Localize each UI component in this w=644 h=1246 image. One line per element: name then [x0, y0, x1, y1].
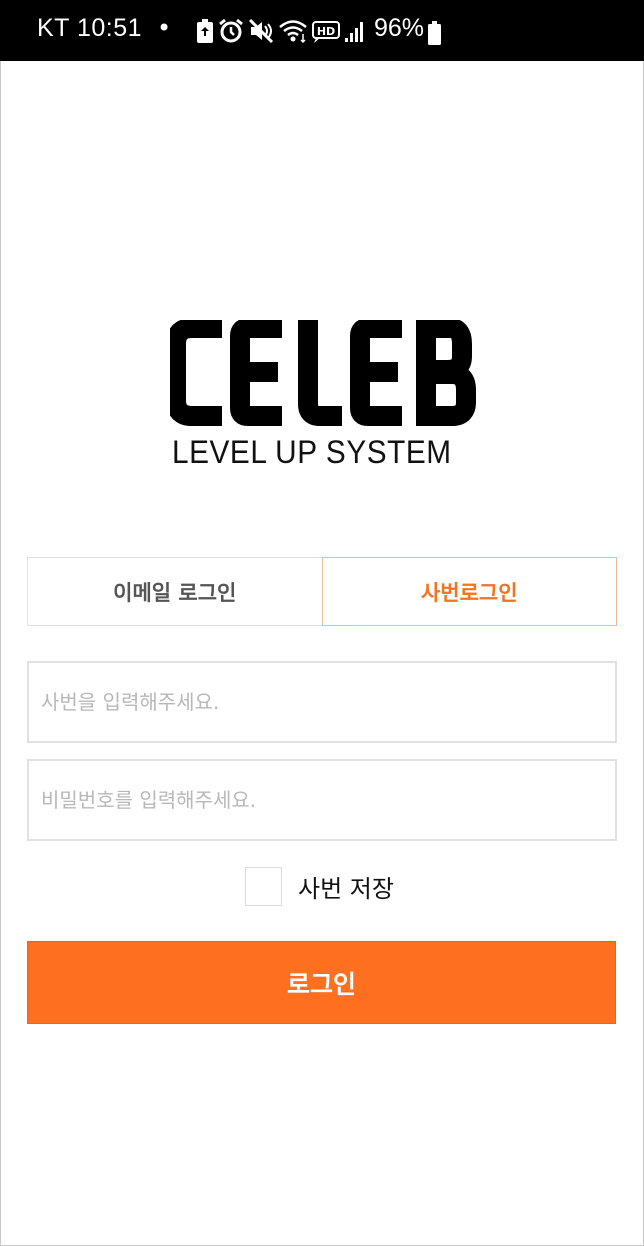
status-bar: KT 10:51 • HD 96% [0, 0, 644, 61]
login-button[interactable]: 로그인 [27, 941, 616, 1024]
login-method-tabs: 이메일 로그인 사번로그인 [27, 557, 617, 626]
remember-employee-id: 사번 저장 [245, 866, 394, 906]
battery-saver-icon [197, 19, 213, 43]
remember-label: 사번 저장 [298, 874, 394, 903]
battery-icon [428, 21, 441, 45]
alarm-icon [219, 18, 243, 43]
svg-text:HD: HD [317, 25, 335, 38]
battery-percent: 96% [374, 14, 425, 42]
tab-employee-login[interactable]: 사번로그인 [321, 557, 617, 626]
password-field [27, 759, 617, 841]
remember-checkbox[interactable] [245, 866, 282, 906]
mute-icon [248, 18, 274, 44]
notification-dot: • [157, 14, 172, 42]
tab-email-login[interactable]: 이메일 로그인 [27, 557, 322, 626]
hd-icon: HD [312, 21, 340, 43]
logo-tagline: LEVEL UP SYSTEM [172, 434, 452, 470]
carrier-time: KT 10:51 [37, 14, 143, 42]
employee-id-field [27, 661, 617, 743]
wifi-icon [279, 20, 307, 44]
signal-icon [345, 22, 363, 42]
password-input[interactable] [29, 761, 615, 839]
employee-id-input[interactable] [29, 663, 615, 741]
status-icons: HD [196, 16, 366, 46]
